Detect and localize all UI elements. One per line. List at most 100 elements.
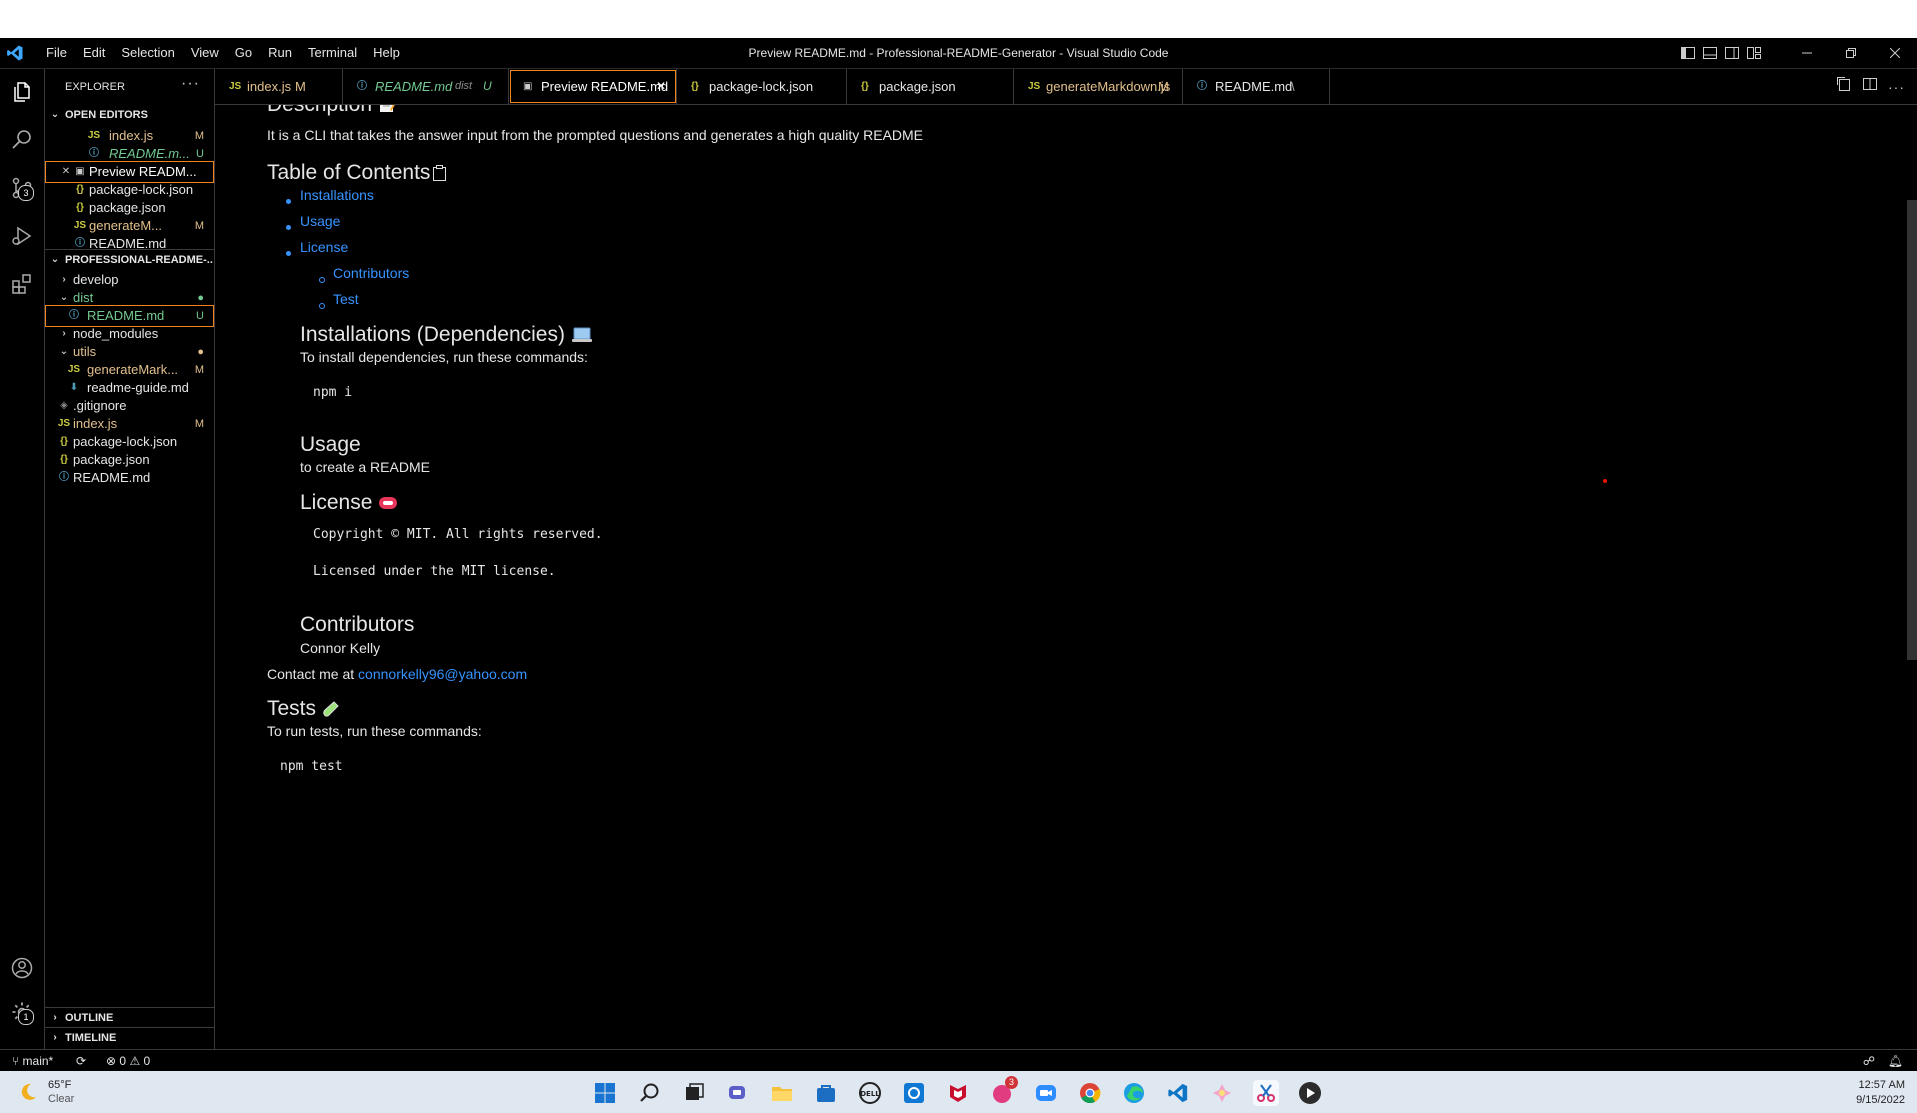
tab-package-lock[interactable]: {} package-lock.json [677,69,847,104]
mcafee-icon[interactable] [945,1080,971,1106]
bullet [286,251,291,256]
timeline-header[interactable]: › TIMELINE [45,1027,214,1048]
restore-icon[interactable] [1829,38,1873,68]
markdown-preview: Description It is a CLI that takes the a… [215,105,1917,1049]
tab-index-js[interactable]: JS index.js M [215,69,343,104]
menu-terminal[interactable]: Terminal [300,38,365,68]
outlook-app-icon[interactable] [901,1080,927,1106]
settings-badge: 1 [18,1009,34,1025]
outline-header[interactable]: › OUTLINE [45,1007,214,1028]
heading-tests: Tests [267,697,340,724]
gitkraken-icon[interactable] [1209,1080,1235,1106]
windows-taskbar: 65°F Clear DELL 3 12:57 AM 9/15/2022 [0,1071,1917,1113]
vscode-taskbar-icon[interactable] [1165,1080,1191,1106]
chevron-right-icon: › [53,1012,57,1023]
editor-tabs: JS index.js M ⓘ README.md dist U ▣ Previ… [215,69,1917,105]
notifications-bell-icon[interactable]: 🔔︎ [1888,1050,1903,1072]
tab-generatemarkdown[interactable]: JS generateMarkdown.js M [1014,69,1183,104]
windows-start-icon[interactable] [592,1080,618,1106]
git-branch-icon: ⑂ [12,1054,20,1068]
taskbar-search-icon[interactable] [637,1080,663,1106]
bullet [286,225,291,230]
menu-run[interactable]: Run [260,38,300,68]
clipboard-icon [432,164,448,188]
bullet [319,303,325,309]
menu-view[interactable]: View [183,38,227,68]
sync-icon[interactable]: ⟳ [76,1050,86,1072]
clock-time[interactable]: 12:57 AM [1859,1079,1905,1091]
json-file-icon: {} [861,81,869,92]
toggle-sidebar-icon[interactable] [1677,38,1699,68]
edge-icon[interactable] [1121,1080,1147,1106]
open-source-icon[interactable] [1836,76,1852,97]
info-file-icon: ⓘ [1197,81,1207,92]
explorer-sidebar: EXPLORER ··· ⌄ OPEN EDITORS JS index.js … [45,69,215,1049]
more-editor-actions-icon[interactable]: ··· [1888,79,1905,95]
bullet [319,277,325,283]
close-tab-icon[interactable]: ✕ [656,69,666,104]
svg-text:DELL: DELL [860,1090,880,1098]
info-file-icon: ⓘ [59,472,69,483]
moon-weather-icon[interactable] [16,1081,38,1103]
more-actions-icon[interactable]: ··· [181,75,200,93]
settings-gear-icon[interactable]: 1 [7,997,37,1027]
contact-email-link[interactable]: connorkelly96@yahoo.com [358,666,527,682]
menu-file[interactable]: File [38,38,75,68]
dell-icon[interactable]: DELL [857,1080,883,1106]
tab-readme[interactable]: ⓘ README.md \ [1183,69,1330,104]
media-player-icon[interactable] [1297,1080,1323,1106]
branch-indicator[interactable]: ⑂ main* [12,1050,53,1072]
snipping-tool-icon[interactable] [1253,1080,1279,1106]
run-debug-icon[interactable] [7,221,37,251]
menu-go[interactable]: Go [227,38,260,68]
clock-date[interactable]: 9/15/2022 [1856,1094,1905,1106]
messenger-icon[interactable]: 3 [989,1076,1018,1106]
zoom-icon[interactable] [1033,1080,1059,1106]
source-control-icon[interactable]: 3 [7,173,37,203]
task-view-icon[interactable] [681,1080,707,1106]
weather-temp[interactable]: 65°F [48,1079,71,1091]
description-text: It is a CLI that takes the answer input … [267,127,924,143]
explorer-title: EXPLORER [65,81,125,93]
toc-link-usage[interactable]: Usage [300,213,340,229]
tab-preview-readme[interactable]: ▣ Preview README.md ✕ [509,69,677,104]
search-icon[interactable] [7,125,37,155]
split-editor-icon[interactable] [1862,76,1878,97]
chrome-icon[interactable] [1077,1080,1103,1106]
badge-icon [378,494,398,518]
info-file-icon: ⓘ [357,81,367,92]
project-folder-header[interactable]: ⌄ PROFESSIONAL-README-... [45,249,214,270]
file-explorer-icon[interactable] [769,1080,795,1106]
menu-selection[interactable]: Selection [113,38,182,68]
toc-link-installations[interactable]: Installations [300,187,374,203]
teams-chat-icon[interactable] [725,1080,751,1106]
menu-help[interactable]: Help [365,38,408,68]
toc-link-test[interactable]: Test [333,291,359,307]
minimize-icon[interactable] [1785,38,1829,68]
close-window-icon[interactable] [1873,38,1917,68]
test-tube-icon [322,700,340,724]
tree-file-readme[interactable]: ⓘ README.md [45,467,214,489]
explorer-icon[interactable] [7,77,37,107]
open-editors-header[interactable]: ⌄ OPEN EDITORS [45,105,214,125]
toc-link-contributors[interactable]: Contributors [333,265,409,281]
js-file-icon: JS [229,81,242,92]
microsoft-store-icon[interactable] [813,1080,839,1106]
extensions-icon[interactable] [7,269,37,299]
accounts-icon[interactable] [7,953,37,983]
vscode-logo-icon[interactable] [6,44,24,62]
vertical-scrollbar[interactable] [1907,200,1917,660]
chevron-down-icon: ⌄ [50,254,60,265]
heading-license: License [300,491,398,518]
toggle-panel-icon[interactable] [1699,38,1721,68]
weather-condition[interactable]: Clear [48,1093,74,1105]
menu-edit[interactable]: Edit [75,38,113,68]
toggle-secondary-sidebar-icon[interactable] [1721,38,1743,68]
customize-layout-icon[interactable] [1743,38,1765,68]
menu-bar: File Edit Selection View Go Run Terminal… [38,38,408,68]
problems-indicator[interactable]: ⊗ 0 ⚠ 0 [106,1050,150,1072]
toc-link-license[interactable]: License [300,239,348,255]
tab-readme-dist[interactable]: ⓘ README.md dist U [343,69,509,104]
tab-package-json[interactable]: {} package.json [847,69,1014,104]
feedback-icon[interactable]: ☍ [1863,1050,1875,1072]
